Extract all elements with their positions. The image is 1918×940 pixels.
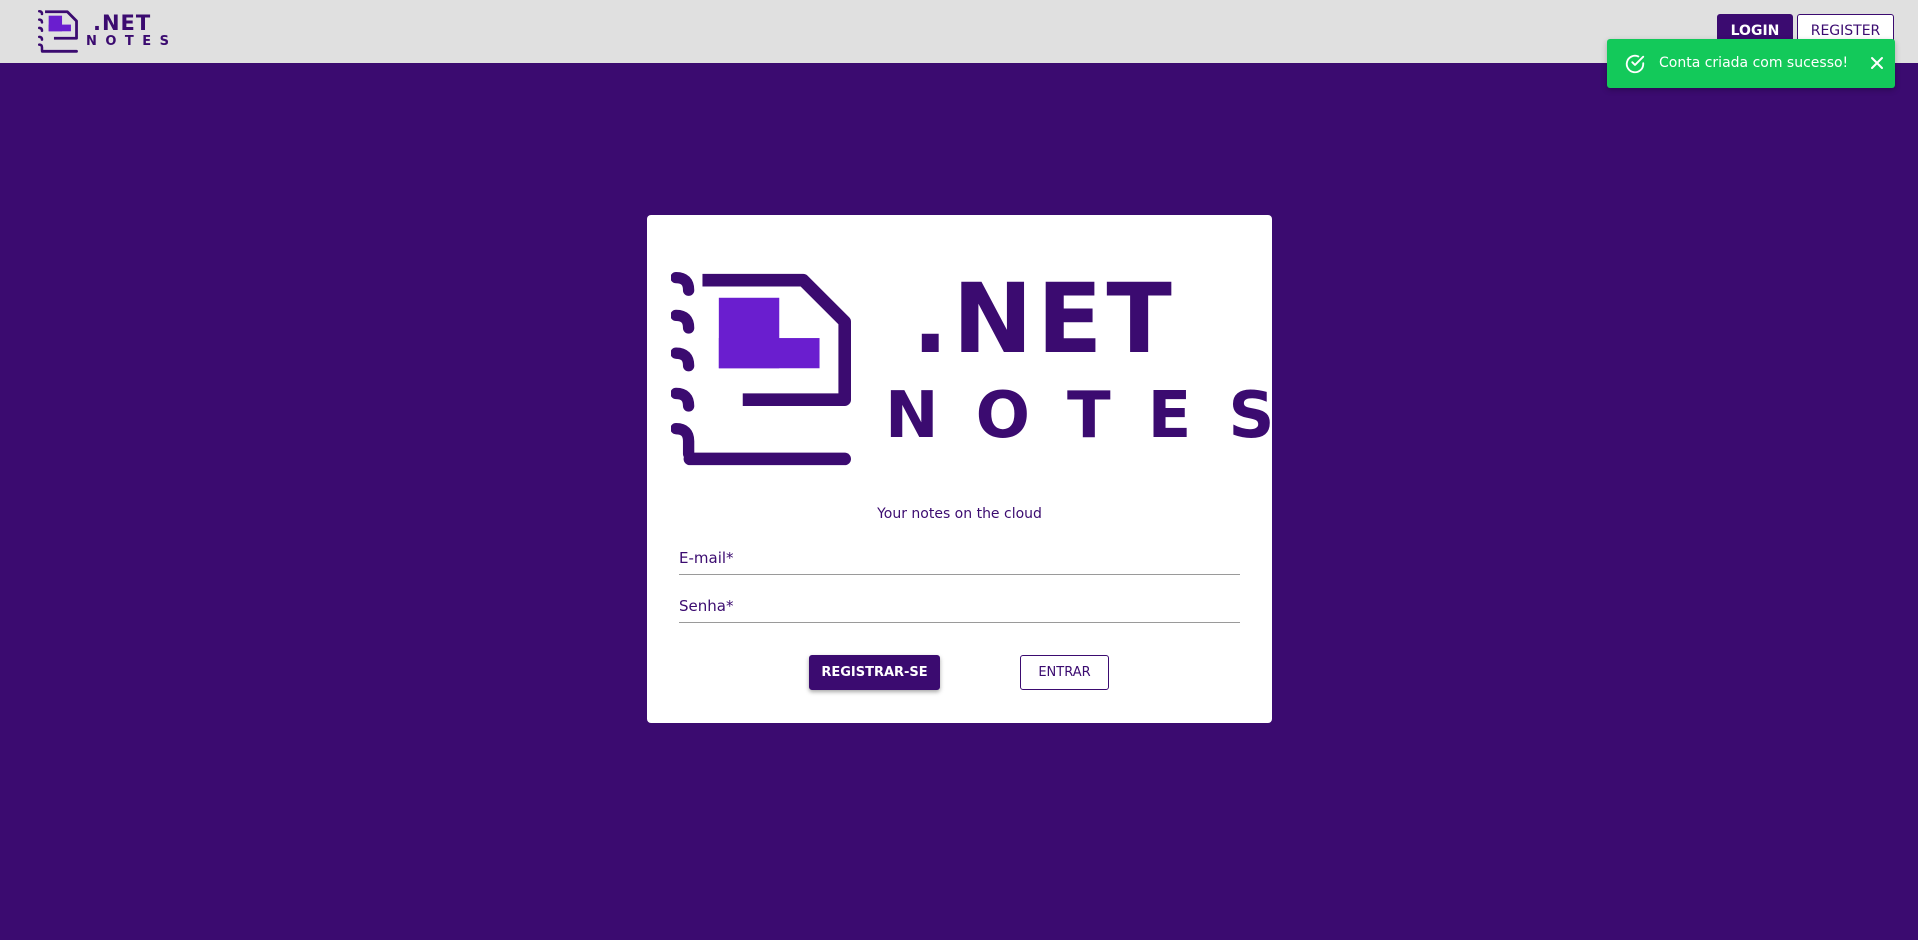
email-field[interactable] xyxy=(679,545,1240,575)
brand-notes-text: NOTES xyxy=(86,34,178,49)
check-circle-icon xyxy=(1625,54,1645,74)
toast-message: Conta criada com sucesso! xyxy=(1659,55,1849,71)
register-button[interactable]: REGISTRAR-SE xyxy=(809,655,940,690)
enter-button[interactable]: ENTRAR xyxy=(1020,655,1109,690)
notes-logo-icon xyxy=(38,9,78,53)
password-field[interactable] xyxy=(679,593,1240,623)
notes-logo-icon xyxy=(671,271,851,466)
success-toast: Conta criada com sucesso! xyxy=(1607,39,1895,88)
brand-logo[interactable]: .NET NOTES xyxy=(38,9,169,55)
logo-notes-text: NOTES xyxy=(885,379,1312,453)
brand-net-text: .NET xyxy=(93,11,152,35)
tagline: Your notes on the cloud xyxy=(877,506,1042,522)
logo-net-text: .NET xyxy=(912,263,1176,375)
close-icon[interactable] xyxy=(1868,54,1886,72)
login-card: .NET NOTES Your notes on the cloud REGIS… xyxy=(647,215,1274,723)
